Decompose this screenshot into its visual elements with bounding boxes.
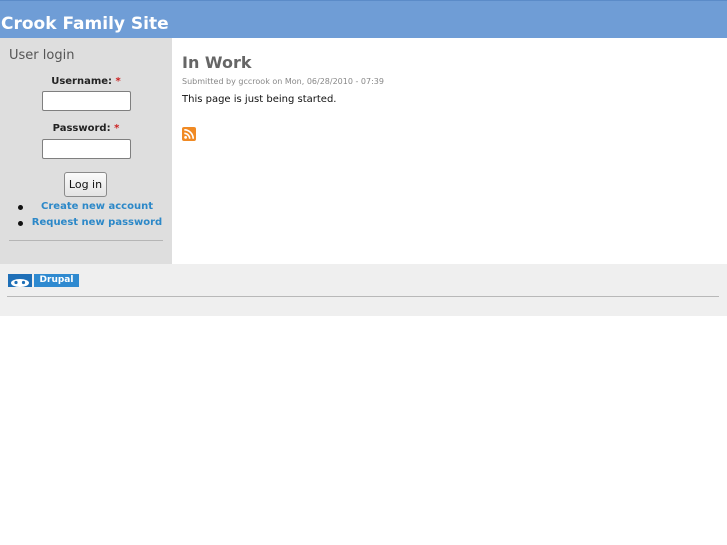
list-item: Create new account	[0, 199, 172, 215]
login-links-list: Create new account Request new password	[0, 199, 172, 231]
create-account-link[interactable]: Create new account	[0, 199, 194, 215]
drupal-badge-label: Drupal	[34, 274, 79, 287]
footer-divider	[7, 296, 719, 297]
main-content: In Work Submitted by gccrook on Mon, 06/…	[172, 38, 727, 264]
site-name[interactable]: Crook Family Site	[1, 13, 169, 35]
page-title[interactable]: In Work	[182, 53, 252, 72]
username-input[interactable]	[42, 91, 131, 111]
username-label: Username: *	[0, 76, 172, 87]
request-password-link[interactable]: Request new password	[0, 215, 194, 231]
site-header: Crook Family Site	[0, 0, 727, 38]
submitted-info: Submitted by gccrook on Mon, 06/28/2010 …	[182, 77, 384, 86]
list-item: Request new password	[0, 215, 172, 231]
password-label: Password: *	[0, 123, 172, 134]
required-marker: *	[114, 123, 120, 134]
user-login-title: User login	[9, 48, 75, 63]
required-marker: *	[115, 76, 121, 87]
site-footer: Drupal	[0, 264, 727, 316]
drupal-drop-icon	[8, 274, 32, 287]
password-input[interactable]	[42, 139, 131, 159]
sidebar: User login Username: * Password: * Log i…	[0, 38, 172, 264]
username-label-text: Username:	[51, 76, 113, 87]
node-body: This page is just being started.	[182, 94, 337, 105]
powered-by-drupal-badge[interactable]: Drupal	[8, 274, 79, 287]
password-label-text: Password:	[52, 123, 111, 134]
login-button[interactable]: Log in	[64, 172, 107, 197]
sidebar-divider	[9, 240, 163, 241]
rss-feed-icon[interactable]	[182, 127, 196, 141]
